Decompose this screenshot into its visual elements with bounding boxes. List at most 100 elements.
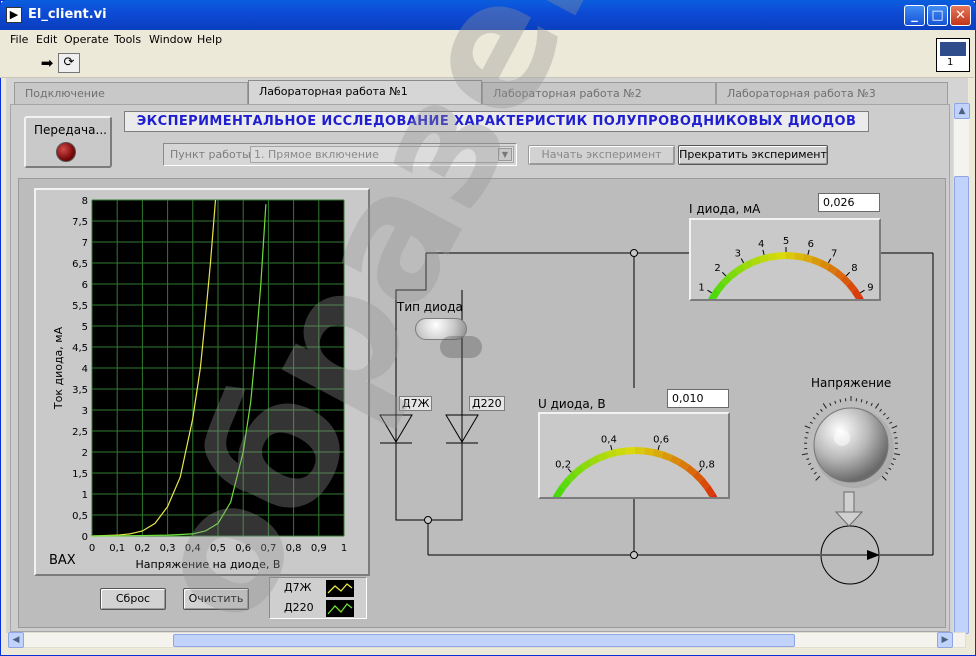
current-meter-scale-segment [786, 252, 796, 260]
reset-button[interactable]: Сброс [100, 588, 166, 610]
vertical-scrollbar[interactable]: ▲ [953, 103, 970, 634]
knob-tick [809, 421, 813, 424]
knob-tick [889, 421, 893, 424]
current-meter-scale-segment [776, 252, 786, 260]
stop-experiment-button[interactable]: Прекратить эксперимент [678, 145, 828, 165]
current-meter-tick-label: 1 [698, 282, 704, 293]
y-axis-label: Ток диода, мА [52, 326, 65, 410]
chevron-down-icon[interactable]: ▼ [498, 148, 512, 161]
knob-tick [860, 399, 863, 403]
voltage-knob[interactable] [798, 396, 910, 500]
scroll-left-icon[interactable]: ◀ [8, 632, 24, 648]
junction-bottom [630, 551, 638, 559]
x-tick-label: 0 [89, 543, 95, 554]
continuous-run-icon[interactable]: ⟳ [58, 53, 80, 73]
current-meter-tick [707, 289, 712, 294]
y-tick-label: 1 [82, 490, 88, 501]
horizontal-scrollbar[interactable]: ◀ ▶ [8, 632, 966, 648]
run-arrow-icon[interactable]: ➡ [36, 53, 58, 73]
menu-operate[interactable]: Operate [64, 33, 109, 46]
legend-label-d7zh: Д7Ж [284, 581, 312, 594]
tab-lab-2[interactable]: Лабораторная работа №2 [482, 82, 716, 104]
horizontal-scroll-thumb[interactable] [173, 634, 795, 647]
start-experiment-button[interactable]: Начать эксперимент [528, 145, 675, 165]
voltage-meter-scale-segment [625, 447, 635, 455]
scroll-up-icon[interactable]: ▲ [954, 103, 970, 119]
y-tick-label: 3,5 [72, 385, 88, 396]
minimize-button[interactable]: _ [904, 5, 925, 26]
knob-tick [888, 467, 892, 470]
voltage-meter-tick-label: 0,4 [601, 434, 617, 445]
legend: Д7Ж Д220 [269, 577, 367, 619]
graph-name: ВАХ [49, 553, 76, 568]
knob-tick [839, 399, 842, 403]
current-meter-dial: 012345678910 [698, 236, 874, 299]
junction-diodes [424, 516, 432, 524]
x-tick-label: 0,1 [109, 543, 125, 554]
y-tick-label: 5,5 [72, 301, 88, 312]
current-meter-tick [845, 271, 851, 277]
y-tick-label: 6 [82, 280, 88, 291]
diode-type-switch-shadow [440, 336, 482, 358]
voltage-meter-scale-segment [615, 447, 627, 456]
knob-tick [801, 453, 808, 456]
maximize-button[interactable]: □ [927, 5, 948, 26]
scroll-right-icon[interactable]: ▶ [937, 632, 953, 648]
knob-tick [805, 431, 809, 434]
title-bar: ▶ El_client.vi _ □ ✕ [0, 0, 976, 30]
knob-tick [815, 475, 821, 481]
voltage-meter-tick [657, 444, 660, 451]
y-tick-label: 2,5 [72, 427, 88, 438]
knob-tick [829, 402, 832, 407]
knob-tick [879, 408, 882, 412]
knob-tick [806, 458, 810, 460]
knob-tick [808, 462, 812, 466]
step-control: Пункт работы: 1. Прямое включение ▼ [163, 143, 517, 166]
knob-tick [812, 416, 816, 420]
y-tick-label: 4 [82, 364, 88, 375]
menu-edit[interactable]: Edit [36, 33, 57, 46]
step-select[interactable]: 1. Прямое включение ▼ [250, 146, 514, 163]
x-tick-label: 0,5 [210, 543, 226, 554]
knob-tick [875, 403, 880, 409]
knob-tick [892, 458, 896, 460]
page-title: ЭКСПЕРИМЕНТАЛЬНОЕ ИССЛЕДОВАНИЕ ХАРАКТЕРИ… [124, 111, 869, 132]
voltage-meter-tick-label: 0,2 [555, 459, 571, 470]
menu-window[interactable]: Window [149, 33, 192, 46]
current-meter-tick [740, 258, 745, 264]
knob-tick [894, 453, 901, 456]
current-meter-tick-label: 4 [758, 239, 764, 250]
junction-top [630, 249, 638, 257]
knob-tick [810, 467, 814, 470]
close-button[interactable]: ✕ [950, 5, 971, 26]
knob-tick [865, 400, 868, 404]
current-meter-tick [807, 249, 810, 255]
y-tick-label: 7 [82, 238, 88, 249]
x-tick-label: 0,4 [185, 543, 201, 554]
voltage-meter-tick [610, 444, 613, 451]
clear-button[interactable]: Очистить [183, 588, 249, 610]
current-value-display: 0,026 [818, 193, 880, 212]
transmit-led [56, 142, 76, 162]
diode-type-label: Тип диода [397, 300, 463, 314]
knob-tick [893, 431, 897, 434]
x-tick-label: 0,8 [286, 543, 302, 554]
x-tick-label: 0,9 [311, 543, 327, 554]
y-tick-label: 5 [82, 322, 88, 333]
y-tick-label: 6,5 [72, 259, 88, 270]
tab-lab-3[interactable]: Лабораторная работа №3 [716, 82, 948, 104]
voltage-meter-tick-label: 0,8 [699, 459, 715, 470]
knob-tick [816, 412, 820, 416]
tab-lab-1[interactable]: Лабораторная работа №1 [248, 80, 482, 104]
x-tick-label: 0,3 [160, 543, 176, 554]
menu-help[interactable]: Help [197, 33, 222, 46]
diode-d7zh-label: Д7Ж [399, 396, 433, 411]
menu-file[interactable]: File [10, 33, 28, 46]
vertical-scroll-thumb[interactable] [954, 176, 969, 634]
legend-label-d220: Д220 [284, 601, 314, 614]
x-axis-label: Напряжение на диоде, В [136, 558, 281, 571]
knob-tick [882, 412, 886, 416]
voltage-value-display: 0,010 [667, 389, 729, 408]
tab-connection[interactable]: Подключение [14, 82, 248, 104]
menu-tools[interactable]: Tools [114, 33, 141, 46]
